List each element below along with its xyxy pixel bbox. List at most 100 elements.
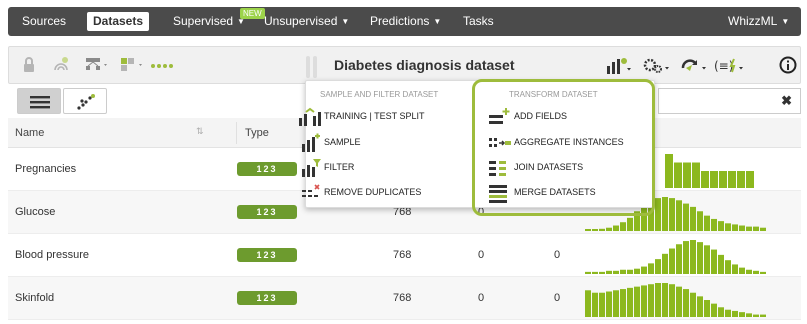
menu-item-join-datasets[interactable]: JOIN DATASETS [488, 157, 648, 177]
search-input[interactable]: ✖ [658, 88, 801, 114]
histogram-bar [599, 292, 605, 317]
histogram-bar [697, 211, 703, 231]
histogram-bar [592, 292, 598, 317]
field-errors: 0 [554, 292, 561, 304]
numeric-type-badge: 123 [237, 162, 297, 176]
histogram-bar [690, 206, 696, 231]
histogram-bar [613, 270, 619, 274]
histogram-bar [697, 296, 703, 317]
table-row[interactable]: Skinfold 123 768 0 0 [8, 277, 801, 320]
histogram-bar [655, 259, 661, 274]
network-icon[interactable] [84, 56, 110, 76]
histogram-bar [725, 260, 731, 274]
histogram-bar [690, 292, 696, 317]
histogram-bar [683, 162, 691, 188]
menu-item-label: FILTER [324, 162, 355, 172]
dataset-actions-menu: SAMPLE AND FILTER DATASET TRANSFORM DATA… [299, 80, 655, 208]
histogram-bar [739, 267, 745, 274]
histogram-bar [641, 204, 647, 231]
numeric-type-badge: 123 [237, 205, 297, 219]
histogram-bar [662, 253, 668, 274]
info-icon[interactable] [779, 56, 797, 76]
histogram-bar [627, 287, 633, 317]
menu-item-sample[interactable]: SAMPLE [298, 132, 458, 152]
histogram-bar [655, 283, 661, 317]
histogram-bar [634, 211, 640, 231]
menu-heading-transform: TRANSFORM DATASET [509, 90, 598, 99]
menu-item-training-test-split[interactable]: TRAINING | TEST SPLIT [298, 106, 458, 126]
histogram-bar [676, 286, 682, 317]
formula-icon[interactable]: (≡) [714, 56, 746, 76]
nav-sources[interactable]: Sources [22, 7, 66, 36]
nav-predictions[interactable]: Predictions ▼ [370, 7, 441, 36]
histogram-bar [732, 224, 738, 231]
histogram-bar [725, 309, 731, 317]
nav-datasets[interactable]: Datasets [87, 12, 150, 31]
histogram-bar [613, 290, 619, 317]
table-row[interactable]: Blood pressure 123 768 0 0 [8, 234, 801, 277]
field-missing: 0 [478, 249, 485, 261]
histogram-bar [641, 285, 647, 317]
menu-item-label: AGGREGATE INSTANCES [514, 137, 624, 147]
menu-item-filter[interactable]: FILTER [298, 157, 458, 177]
histogram-bar [674, 162, 682, 188]
field-name: Skinfold [15, 292, 55, 304]
configure-icon[interactable] [642, 56, 672, 76]
nav-supervised[interactable]: Supervised ▼ [173, 7, 245, 36]
histogram-bar [648, 263, 654, 274]
nav-predictions-label: Predictions [370, 14, 430, 28]
menu-item-label: REMOVE DUPLICATES [324, 187, 422, 197]
user-menu-label: WhizzML [728, 14, 778, 28]
histogram-bar [641, 266, 647, 274]
field-name: Glucose [15, 206, 56, 218]
histogram-bar [585, 271, 591, 274]
grip-handle-icon [305, 56, 319, 83]
histogram-bar [704, 300, 710, 317]
histogram-bar [620, 269, 626, 274]
histogram-bar [627, 269, 633, 274]
histogram-bar [704, 245, 710, 274]
histogram-bar [690, 240, 696, 274]
close-icon[interactable]: ✖ [781, 93, 792, 109]
nav-unsupervised[interactable]: Unsupervised ▼ [264, 7, 349, 36]
scatterplot-view-button[interactable] [63, 88, 107, 114]
fingerprint-icon[interactable] [51, 56, 71, 76]
histogram-bar [676, 200, 682, 231]
sort-icon[interactable]: ⇅ [196, 126, 204, 137]
histogram-bar [711, 218, 717, 231]
refresh-icon[interactable] [679, 56, 709, 76]
field-missing: 0 [478, 292, 485, 304]
histogram-bar [718, 307, 724, 317]
histogram-bar [634, 268, 640, 274]
menu-item-remove-duplicates[interactable]: REMOVE DUPLICATES [298, 182, 458, 202]
user-menu[interactable]: WhizzML ▼ [728, 7, 789, 36]
histogram-bar [669, 248, 675, 274]
histogram-bar [655, 198, 661, 231]
histogram-bar [627, 217, 633, 231]
menu-item-merge-datasets[interactable]: MERGE DATASETS [488, 182, 648, 203]
lock-icon[interactable] [23, 56, 35, 76]
histogram-bar [676, 244, 682, 274]
menu-item-aggregate-instances[interactable]: AGGREGATE INSTANCES [488, 132, 648, 152]
histogram-bar [725, 223, 731, 231]
menu-item-label: JOIN DATASETS [514, 162, 584, 172]
dataset-actions-icon[interactable] [605, 56, 633, 76]
histogram-bar [606, 270, 612, 274]
histogram-bar [719, 171, 727, 188]
scriptify-icon[interactable] [119, 56, 145, 76]
menu-item-add-fields[interactable]: ADD FIELDS [488, 106, 648, 126]
histogram-bar [704, 215, 710, 231]
histogram-bar [732, 264, 738, 274]
column-header-type[interactable]: Type [245, 118, 269, 148]
menu-item-label: MERGE DATASETS [514, 187, 596, 197]
filter-icon [302, 159, 321, 177]
numeric-type-badge: 123 [237, 291, 297, 305]
nav-tasks[interactable]: Tasks [463, 7, 494, 36]
column-header-name[interactable]: Name [15, 118, 44, 148]
dots-icon[interactable] [150, 56, 174, 76]
histogram-bar [718, 254, 724, 274]
histogram-bar [683, 289, 689, 317]
histogram-bar [606, 291, 612, 317]
field-name: Blood pressure [15, 249, 89, 261]
list-view-button[interactable] [17, 88, 61, 114]
